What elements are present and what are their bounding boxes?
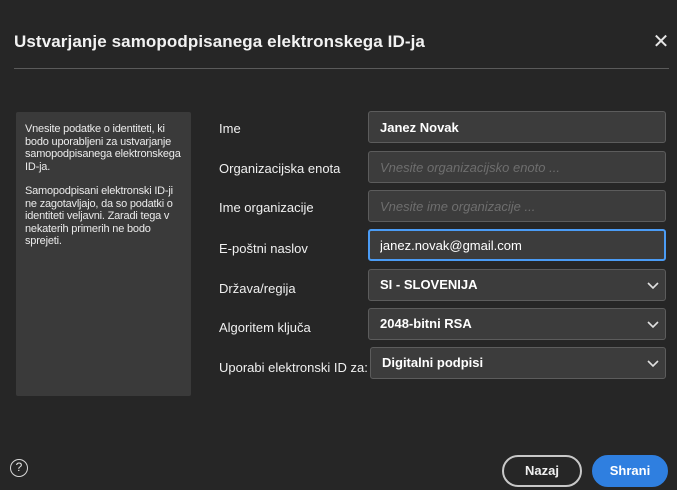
country-selected-value: SI - SLOVENIJA	[380, 277, 478, 292]
email-input[interactable]	[368, 229, 666, 261]
org-name-label: Ime organizacije	[219, 200, 314, 215]
back-button[interactable]: Nazaj	[502, 455, 582, 487]
use-for-select[interactable]: Digitalni podpisi	[370, 347, 666, 379]
use-for-label: Uporabi elektronski ID za:	[219, 360, 368, 375]
chevron-down-icon	[647, 282, 659, 290]
use-for-selected-value: Digitalni podpisi	[382, 355, 484, 370]
name-input[interactable]	[368, 111, 666, 143]
org-name-input[interactable]	[368, 190, 666, 222]
country-select[interactable]: SI - SLOVENIJA	[368, 269, 666, 301]
name-label: Ime	[219, 121, 241, 136]
key-algorithm-select[interactable]: 2048-bitni RSA	[368, 308, 666, 340]
chevron-down-icon	[647, 360, 659, 368]
info-panel: Vnesite podatke o identiteti, ki bodo up…	[16, 112, 191, 396]
info-paragraph-2: Samopodpisani elektronski ID-ji ne zagot…	[25, 185, 173, 247]
close-icon[interactable]: ✕	[650, 31, 672, 53]
help-icon[interactable]: ?	[10, 459, 28, 477]
chevron-down-icon	[647, 321, 659, 329]
org-unit-input[interactable]	[368, 151, 666, 183]
info-paragraph-1: Vnesite podatke o identiteti, ki bodo up…	[25, 123, 181, 173]
dialog-title: Ustvarjanje samopodpisanega elektronskeg…	[14, 32, 425, 51]
org-unit-label: Organizacijska enota	[219, 161, 341, 176]
key-algorithm-label: Algoritem ključa	[219, 320, 311, 335]
create-self-signed-id-dialog: Ustvarjanje samopodpisanega elektronskeg…	[0, 0, 677, 490]
key-algorithm-selected-value: 2048-bitni RSA	[380, 316, 472, 331]
email-label: E-poštni naslov	[219, 241, 308, 256]
country-label: Država/regija	[219, 281, 296, 296]
save-button[interactable]: Shrani	[592, 455, 668, 487]
title-divider	[14, 68, 669, 69]
